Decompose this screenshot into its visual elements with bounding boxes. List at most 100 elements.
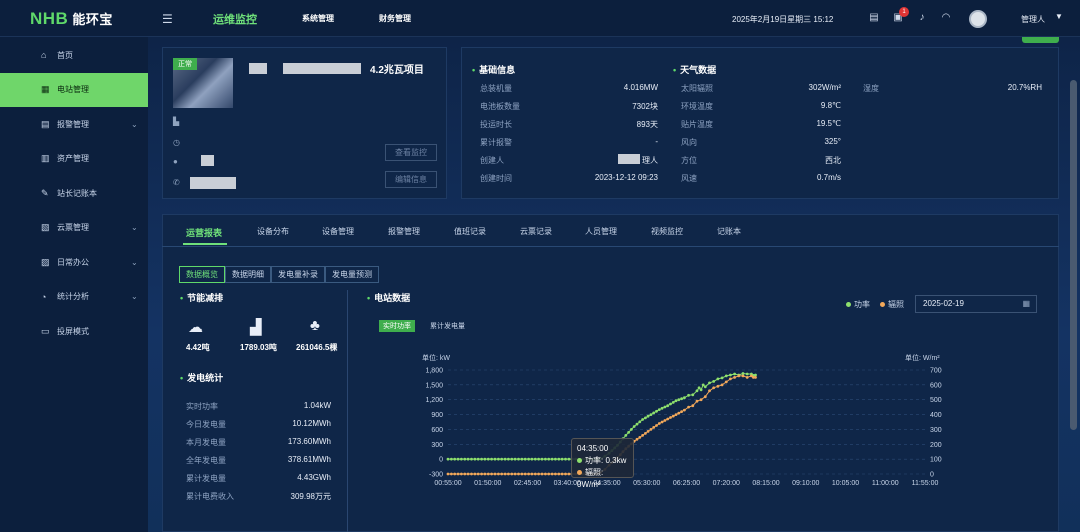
- data-point-irradiance: [470, 472, 473, 476]
- data-point-power: [657, 408, 661, 411]
- sidebar-item-asset[interactable]: ▥ 资产管理: [0, 142, 148, 177]
- topnav-ops[interactable]: 运维监控: [213, 11, 257, 27]
- menu-toggle-icon[interactable]: ☰: [162, 12, 173, 26]
- document-icon[interactable]: ▤: [868, 12, 880, 24]
- main-tabs: 运营报表 设备分布 设备管理 报警管理 值班记录 云票记录 人员管理 视频监控 …: [162, 214, 1059, 247]
- subtab-detail[interactable]: 数据明细: [225, 266, 271, 283]
- y-right-tick-label: 0: [930, 472, 934, 479]
- tab-device-distribution[interactable]: 设备分布: [257, 226, 289, 237]
- data-point-power: [476, 457, 480, 461]
- data-point-irradiance: [649, 428, 653, 431]
- date-picker[interactable]: 2025-02-19 ▦: [915, 295, 1037, 313]
- person-icon: ●: [173, 157, 178, 166]
- data-point-power: [716, 377, 720, 381]
- power-legend-dot: [846, 302, 851, 308]
- data-point-power: [517, 457, 520, 461]
- data-point-irradiance: [657, 422, 661, 425]
- sidebar-item-stats[interactable]: ◔ 统计分析 ⌄: [0, 280, 148, 315]
- data-point-power: [729, 373, 732, 377]
- data-point-power: [712, 380, 716, 383]
- data-point-irradiance: [554, 472, 557, 476]
- bell-icon[interactable]: ♪: [916, 12, 928, 24]
- avatar[interactable]: [969, 10, 987, 28]
- data-point-irradiance: [666, 417, 670, 421]
- info-value: -: [655, 137, 658, 146]
- tab-personnel[interactable]: 人员管理: [585, 226, 617, 237]
- sidebar-item-screen[interactable]: ▭ 投屏模式: [0, 314, 148, 349]
- realtime-power-tag[interactable]: 实时功率: [379, 320, 415, 332]
- gift-icon[interactable]: ▣ 1: [892, 7, 909, 24]
- sidebar-item-station[interactable]: ▦ 电站管理: [0, 72, 148, 107]
- app-window: { "app": {"logo_mark": "NHB", "logo_name…: [0, 0, 1080, 532]
- sidebar-item-alarm[interactable]: ▤ 报警管理 ⌄: [0, 107, 148, 142]
- gen-value: 1.04kW: [303, 401, 331, 410]
- sidebar-item-ticket[interactable]: ▧ 云票管理 ⌄: [0, 211, 148, 246]
- data-point-power: [677, 398, 681, 402]
- data-point-power: [547, 457, 551, 461]
- sidebar: ⌂ 首页 ▦ 电站管理 ▤ 报警管理 ⌄ ▥ 资产管理 ✎ 站长记账本 ▧ 云票管理 ⌄ ▨ 日常…: [0, 37, 148, 532]
- data-point-power: [567, 457, 571, 461]
- ticket-icon: ▧: [41, 222, 50, 233]
- tab-ledger[interactable]: 记账本: [717, 226, 741, 237]
- tooltip-power: 功率: 0.3kw: [585, 456, 627, 465]
- chevron-down-icon: ⌄: [131, 257, 138, 267]
- data-point-irradiance: [567, 472, 571, 476]
- user-name[interactable]: 管理人: [1021, 14, 1045, 25]
- topnav-finance[interactable]: 财务管理: [379, 13, 411, 24]
- chevron-down-icon: ⌄: [131, 119, 138, 129]
- view-monitor-button[interactable]: 查看监控: [385, 144, 437, 161]
- tab-ticket[interactable]: 云票记录: [520, 226, 552, 237]
- tab-device-management[interactable]: 设备管理: [322, 226, 354, 237]
- tab-report[interactable]: 运营报表: [186, 226, 222, 239]
- chevron-down-icon[interactable]: ▼: [1055, 12, 1063, 21]
- legend-power[interactable]: 功率: [846, 299, 870, 310]
- gen-value: 4.43GWh: [297, 473, 331, 482]
- info-value: 893天: [636, 120, 658, 129]
- data-point-power: [523, 457, 527, 461]
- tab-video[interactable]: 视频监控: [651, 226, 683, 237]
- tooltip-irr-dot: [577, 470, 582, 475]
- data-point-irradiance: [655, 424, 658, 427]
- topnav-system[interactable]: 系统管理: [302, 13, 334, 24]
- home-icon: ⌂: [41, 50, 47, 61]
- data-point-irradiance: [741, 374, 745, 378]
- sidebar-item-home[interactable]: ⌂ 首页: [0, 38, 148, 73]
- factory-icon: ▟: [250, 319, 262, 336]
- tooltip-time: 04:35:00: [577, 444, 609, 453]
- y-right-tick-label: 300: [930, 427, 942, 434]
- tab-alarm[interactable]: 报警管理: [388, 226, 420, 237]
- subtab-overview[interactable]: 数据概览: [179, 266, 225, 283]
- gen-value: 10.12MWh: [292, 419, 331, 428]
- scrollbar[interactable]: [1070, 80, 1077, 430]
- y-right-tick-label: 100: [930, 457, 942, 464]
- data-point-power: [624, 434, 628, 437]
- subtab-forecast[interactable]: 发电量预测: [325, 266, 379, 283]
- x-tick-label: 00:55:00: [434, 480, 461, 487]
- data-point-power: [701, 383, 705, 387]
- data-point-irradiance: [641, 434, 644, 437]
- data-point-irradiance: [527, 472, 530, 476]
- top-action-button[interactable]: [1022, 37, 1059, 43]
- sidebar-item-ledger[interactable]: ✎ 站长记账本: [0, 176, 148, 211]
- data-point-irradiance: [669, 416, 672, 419]
- data-point-power: [456, 457, 460, 461]
- data-point-power: [720, 376, 724, 380]
- tab-duty[interactable]: 值班记录: [454, 226, 486, 237]
- data-point-irradiance: [453, 472, 457, 476]
- sub-tabs: 数据概览 数据明细 发电量补录 发电量预测: [179, 266, 379, 283]
- y-left-tick-label: 300: [431, 442, 443, 449]
- cumulative-tag[interactable]: 累计发电量: [430, 321, 465, 331]
- legend-irradiance[interactable]: 辐照: [880, 299, 904, 310]
- y-right-tick-label: 600: [930, 382, 942, 389]
- subtab-supplement[interactable]: 发电量补录: [271, 266, 325, 283]
- data-point-power: [480, 457, 483, 461]
- info-label: 创建时间: [480, 174, 512, 183]
- data-point-irradiance: [493, 472, 497, 476]
- data-point-irradiance: [486, 472, 490, 476]
- y-left-tick-label: 600: [431, 427, 443, 434]
- headset-icon[interactable]: ◠: [940, 12, 952, 24]
- sidebar-item-office[interactable]: ▨ 日常办公 ⌄: [0, 245, 148, 280]
- edit-info-button[interactable]: 编辑信息: [385, 171, 437, 188]
- data-point-power: [649, 413, 653, 416]
- info-label: 创建人: [480, 156, 504, 165]
